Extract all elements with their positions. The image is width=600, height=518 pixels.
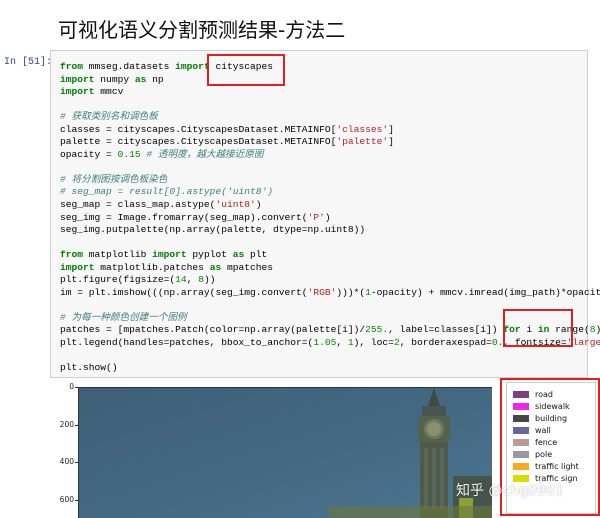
code-token: 1.05 <box>313 337 337 349</box>
code-token: patches = [mpatches.Patch(color=np.array… <box>60 324 366 336</box>
code-line: plt.show() <box>60 362 600 375</box>
segmentation-overlay-image <box>79 388 492 518</box>
code-token: import <box>152 249 187 261</box>
code-token: 'palette' <box>336 136 389 148</box>
code-token: 0.15 <box>117 148 141 160</box>
code-token: ) <box>255 199 262 211</box>
code-token: as <box>232 249 245 261</box>
code-token: as <box>134 73 147 85</box>
tower-shape <box>418 388 450 518</box>
code-token: im = plt.imshow(((np.array(seg_img.conve… <box>60 286 308 298</box>
code-token: )))*( <box>336 286 366 298</box>
code-token: np <box>146 73 164 85</box>
code-token: import <box>60 261 95 273</box>
code-token: plt.legend(handles=patches, bbox_to_anch… <box>60 337 314 349</box>
code-token: import <box>60 73 95 85</box>
code-token: -opacity) + mmcv.imread(img_path)*opacit… <box>370 286 600 298</box>
code-token: 0. <box>491 337 504 349</box>
y-tick-label: 400 <box>59 457 74 466</box>
code-token: seg_img.putpalette(np.array(palette, dty… <box>60 224 366 236</box>
watermark: 知乎 @chg0901 <box>456 483 564 499</box>
code-line: # 获取类别名和调色板 <box>60 111 600 124</box>
code-token: )] <box>595 324 600 335</box>
code-token: pyplot <box>186 249 233 261</box>
code-line: import mmcv <box>60 86 600 99</box>
highlight-cityscapes <box>207 54 285 86</box>
code-token: seg_map = class_map.astype( <box>60 199 216 211</box>
code-line: from mmseg.datasets import cityscapes <box>60 61 600 74</box>
code-token: ] <box>388 136 394 148</box>
code-token: 14 <box>175 274 187 286</box>
highlight-range-fontsize <box>503 309 573 347</box>
code-token: , borderaxespad= <box>399 337 492 349</box>
code-line: from matplotlib import pyplot as plt <box>60 249 600 262</box>
code-cell[interactable]: from mmseg.datasets import cityscapes imp… <box>50 50 600 378</box>
code-token: # 获取类别名和调色板 <box>60 111 158 123</box>
code-token: matplotlib <box>83 249 153 261</box>
code-token: palette = cityscapes.CityscapesDataset.M… <box>60 136 337 148</box>
code-line: classes = cityscapes.CityscapesDataset.M… <box>60 124 600 137</box>
y-tick-label: 200 <box>59 419 74 429</box>
code-token: plt.show() <box>60 362 118 374</box>
section-heading: 可视化语义分割预测结果-方法二 <box>58 18 346 42</box>
code-line: opacity = 0.15 # 透明度，越大越接近原图 <box>60 149 600 162</box>
code-token: 'classes' <box>336 123 389 135</box>
code-token: ) <box>324 211 331 223</box>
code-token: ), loc= <box>353 337 394 349</box>
code-line: # 将分割图按调色板染色 <box>60 174 600 187</box>
code-token: # 透明度，越大越接近原图 <box>146 148 264 160</box>
code-token: 'uint8' <box>215 199 256 211</box>
code-token: classes = cityscapes.CityscapesDataset.M… <box>60 123 337 135</box>
code-line: import numpy as np <box>60 74 600 87</box>
code-token: # seg_map = result[0].astype('uint8') <box>60 186 274 198</box>
code-token: opacity = <box>60 148 118 160</box>
y-tick-label: 600 <box>59 494 74 504</box>
code-token: , <box>336 337 348 349</box>
code-token: as <box>209 261 222 273</box>
code-token: ] <box>388 123 394 135</box>
code-line: import matplotlib.patches as mpatches <box>60 262 600 275</box>
code-line: seg_img.putpalette(np.array(palette, dty… <box>60 224 600 237</box>
code-line: palette = cityscapes.CityscapesDataset.M… <box>60 136 600 149</box>
code-token: matplotlib.patches <box>94 261 210 273</box>
code-token: mmcv <box>94 86 124 98</box>
code-token: from <box>60 249 84 261</box>
code-token: numpy <box>94 73 135 85</box>
code-line: im = plt.imshow(((np.array(seg_img.conve… <box>60 287 600 300</box>
code-line: seg_img = Image.fromarray(seg_map).conve… <box>60 212 600 225</box>
code-token: seg_img = Image.fromarray(seg_map).conve… <box>60 211 308 223</box>
segmentation-image <box>78 387 492 518</box>
y-tick-label: 0 <box>69 382 74 391</box>
code-token: # 将分割图按调色板染色 <box>60 173 168 185</box>
code-token: # 为每一种颜色创建一个图例 <box>60 311 187 323</box>
code-token: mmseg.datasets <box>83 61 176 72</box>
code-token: import <box>60 86 95 98</box>
code-token: , label=classes[i]) <box>388 324 504 336</box>
code-token: import <box>175 61 210 72</box>
cell-prompt: In [51]: <box>4 57 53 68</box>
code-token: )) <box>203 274 216 286</box>
code-token: , <box>186 274 199 286</box>
code-line: plt.figure(figsize=(14, 8)) <box>60 274 600 287</box>
code-token: mpatches <box>221 261 274 273</box>
code-token: from <box>60 61 84 72</box>
code-token: 'P' <box>307 211 325 223</box>
code-token: plt.figure(figsize=( <box>60 274 176 286</box>
code-token: 'RGB' <box>307 286 337 298</box>
code-token: plt <box>244 249 268 261</box>
code-line: seg_map = class_map.astype('uint8') <box>60 199 600 212</box>
code-line: # seg_map = result[0].astype('uint8') <box>60 186 600 199</box>
code-token: 255. <box>365 324 389 336</box>
